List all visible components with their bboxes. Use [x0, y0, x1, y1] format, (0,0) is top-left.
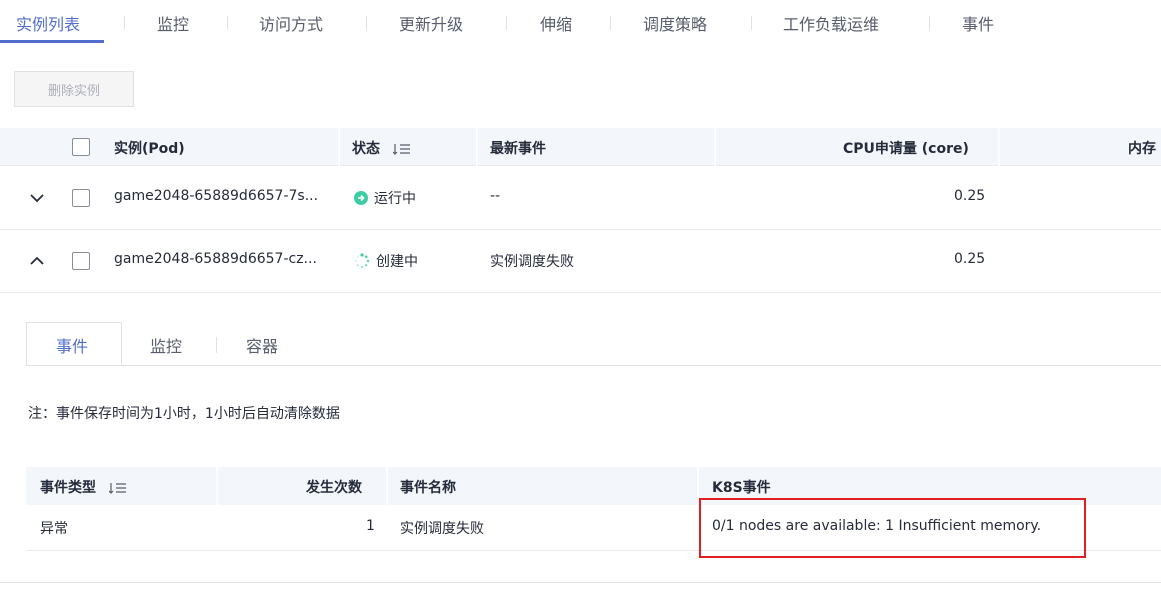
column-header-pod: 实例(Pod) [114, 141, 185, 157]
column-header-k8s-event: K8S事件 [712, 480, 771, 496]
sort-icon[interactable] [108, 482, 127, 494]
chevron-up-icon[interactable] [28, 252, 46, 270]
sort-icon[interactable] [392, 143, 411, 155]
cpu-request: 0.25 [954, 251, 986, 267]
status-cell: 运行中 [354, 188, 416, 208]
column-header-latest-event: 最新事件 [490, 141, 546, 157]
latest-event: 实例调度失败 [490, 254, 574, 270]
select-all-checkbox[interactable] [72, 138, 90, 156]
event-count: 1 [366, 518, 375, 534]
column-header-memory: 内存 [1128, 141, 1156, 157]
tab-scheduling-policy[interactable]: 调度策略 [643, 11, 707, 35]
tab-separator [610, 16, 611, 30]
top-tab-bar: 实例列表 监控 访问方式 更新升级 伸缩 调度策略 工作负载运维 事件 [0, 0, 1161, 44]
tab-monitoring[interactable]: 监控 [157, 11, 189, 35]
loading-spinner-icon [355, 253, 370, 269]
latest-event: -- [490, 188, 501, 204]
row-checkbox[interactable] [72, 189, 90, 207]
pod-detail-panel: 事件 监控 容器 注：事件保存时间为1小时，1小时后自动清除数据 事件类型 发生… [0, 293, 1161, 583]
column-separator [216, 467, 218, 505]
table-row: game2048-65889d6657-cz... 创建中 实例调度失败 0.2… [0, 230, 1161, 293]
tab-separator [751, 16, 752, 30]
column-separator [338, 128, 340, 166]
tab-separator [366, 16, 367, 30]
sub-tab-containers[interactable]: 容器 [246, 333, 278, 357]
tab-separator [227, 16, 228, 30]
sub-tab-events[interactable]: 事件 [56, 333, 88, 357]
sub-tab-separator [216, 337, 217, 353]
column-header-cpu: CPU申请量 (core) [843, 141, 969, 157]
table-row: 异常 1 实例调度失败 0/1 nodes are available: 1 I… [26, 498, 1161, 558]
column-header-event-type[interactable]: 事件类型 [40, 477, 127, 497]
tab-events[interactable]: 事件 [962, 11, 994, 35]
column-header-event-name: 事件名称 [400, 480, 456, 496]
column-separator [386, 467, 388, 505]
cpu-request: 0.25 [954, 188, 986, 204]
tab-separator [124, 16, 125, 30]
event-name: 实例调度失败 [400, 521, 484, 537]
running-status-icon [354, 191, 368, 205]
chevron-down-icon[interactable] [28, 189, 46, 207]
event-type: 异常 [40, 521, 68, 537]
column-separator [476, 128, 478, 166]
tab-upgrade[interactable]: 更新升级 [399, 11, 463, 35]
row-checkbox[interactable] [72, 252, 90, 270]
active-tab-indicator [0, 40, 104, 43]
tab-workload-ops[interactable]: 工作负载运维 [783, 11, 879, 35]
status-cell: 创建中 [354, 251, 418, 271]
pod-name[interactable]: game2048-65889d6657-cz... [114, 251, 317, 267]
tab-separator [506, 16, 507, 30]
column-separator [998, 128, 1000, 166]
column-header-occurrences: 发生次数 [306, 480, 362, 496]
retention-note: 注：事件保存时间为1小时，1小时后自动清除数据 [28, 406, 340, 422]
column-separator [714, 128, 716, 166]
sub-tab-divider [26, 365, 1161, 366]
delete-instance-button[interactable]: 删除实例 [14, 71, 134, 107]
tab-separator [929, 16, 930, 30]
tab-scaling[interactable]: 伸缩 [540, 11, 572, 35]
table-row: game2048-65889d6657-7s... 运行中 -- 0.25 [0, 167, 1161, 230]
highlight-box [699, 498, 1086, 558]
pod-name[interactable]: game2048-65889d6657-7s... [114, 188, 318, 204]
tab-instance-list[interactable]: 实例列表 [16, 11, 80, 35]
tab-access-method[interactable]: 访问方式 [259, 11, 323, 35]
instance-table-header: 实例(Pod) 状态 最新事件 CPU申请量 (core) 内存 [0, 128, 1161, 166]
column-header-status[interactable]: 状态 [352, 138, 411, 158]
sub-tab-monitoring[interactable]: 监控 [150, 333, 182, 357]
